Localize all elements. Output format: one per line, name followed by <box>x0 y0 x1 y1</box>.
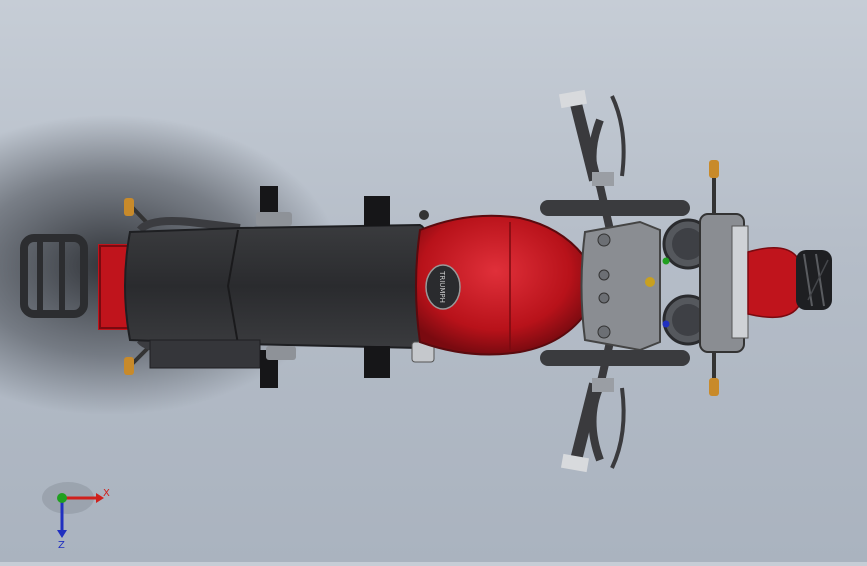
tank-badge-text: TRIUMPH <box>438 270 446 303</box>
z-axis-arrow-icon <box>57 530 67 538</box>
x-axis-label: X <box>103 488 110 499</box>
rear-rack <box>20 234 136 330</box>
fuel-cap <box>419 210 429 220</box>
front-fender <box>747 247 801 319</box>
motorcycle-model[interactable]: TRIUMPH <box>0 0 867 562</box>
coordinate-triad: X Z <box>40 480 120 551</box>
front-tire <box>796 250 832 310</box>
headlight <box>699 213 749 353</box>
left-side-cover <box>149 339 261 369</box>
z-axis-label: Z <box>58 540 65 550</box>
3d-viewport[interactable]: TRIUMPH <box>0 0 867 562</box>
tank-badge: TRIUMPH <box>425 264 461 310</box>
y-axis-dot-icon <box>57 493 67 503</box>
seat <box>124 223 434 350</box>
